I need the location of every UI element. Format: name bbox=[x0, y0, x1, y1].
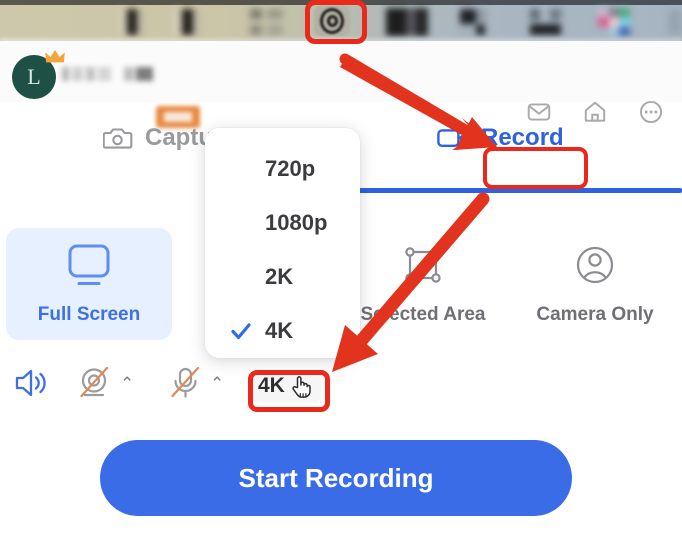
tab-capture[interactable]: Captu bbox=[103, 124, 213, 152]
recorder-ring-outer bbox=[320, 8, 344, 34]
dropdown-option-720p-label: 720p bbox=[265, 156, 316, 181]
dropdown-option-1080p[interactable]: 1080p bbox=[205, 196, 360, 250]
screen-recorder-app-icon[interactable] bbox=[314, 6, 350, 36]
tab-capture-label: Captu bbox=[145, 124, 213, 151]
resolution-dropdown-menu: 720p 1080p 2K 4K bbox=[205, 128, 360, 358]
mode-camera-only[interactable]: Camera Only bbox=[512, 228, 678, 340]
taskbar-icon-blurred-3[interactable] bbox=[250, 9, 288, 35]
taskbar-icon-blurred-2[interactable] bbox=[172, 9, 200, 35]
start-recording-button[interactable]: Start Recording bbox=[100, 440, 572, 516]
taskbar-top-edge bbox=[0, 0, 682, 5]
microphone-toggle[interactable]: ⌃ bbox=[168, 366, 224, 400]
microphone-off-icon bbox=[171, 366, 200, 398]
avatar-initial: L bbox=[27, 64, 41, 89]
selection-icon bbox=[405, 247, 441, 283]
speaker-toggle[interactable] bbox=[14, 366, 50, 400]
camera-icon bbox=[103, 128, 133, 149]
taskbar-icon-blurred-5[interactable] bbox=[460, 9, 490, 35]
app-window: L Captu Record Full Screen Selected Area… bbox=[0, 0, 682, 558]
webcam-toggle[interactable]: ⌃ bbox=[76, 366, 134, 400]
start-recording-label: Start Recording bbox=[238, 462, 434, 493]
webcam-chevron-icon[interactable]: ⌃ bbox=[120, 375, 134, 392]
taskbar-icon-blurred-1[interactable] bbox=[118, 9, 144, 35]
mode-full-screen[interactable]: Full Screen bbox=[6, 228, 172, 340]
check-icon bbox=[231, 323, 251, 340]
taskbar-icon-blurred-6[interactable] bbox=[530, 9, 562, 35]
webcam-off-icon bbox=[80, 366, 109, 398]
os-taskbar bbox=[0, 0, 682, 45]
crown-icon bbox=[45, 49, 65, 63]
tab-record-label: Record bbox=[481, 124, 564, 151]
taskbar-icon-blurred-8[interactable] bbox=[668, 10, 682, 34]
mode-camera-only-label: Camera Only bbox=[536, 304, 654, 325]
person-circle-icon bbox=[576, 246, 614, 284]
dropdown-option-4k-label: 4K bbox=[265, 318, 294, 343]
mode-selected-area-label: Selected Area bbox=[360, 304, 486, 325]
dropdown-option-2k[interactable]: 2K bbox=[205, 250, 360, 304]
dropdown-option-2k-label: 2K bbox=[265, 264, 294, 289]
account-name-blurred bbox=[62, 65, 190, 83]
mode-selected-area[interactable]: Selected Area bbox=[340, 228, 506, 340]
taskbar-icon-blurred-7[interactable] bbox=[598, 8, 630, 36]
dropdown-option-720p[interactable]: 720p bbox=[205, 142, 360, 196]
monitor-icon bbox=[68, 244, 110, 285]
recorder-ring-inner bbox=[326, 15, 338, 27]
mode-full-screen-label: Full Screen bbox=[37, 304, 141, 325]
resolution-button-label: 4K bbox=[258, 374, 285, 397]
microphone-chevron-icon[interactable]: ⌃ bbox=[210, 375, 224, 392]
active-tab-underline bbox=[355, 188, 682, 193]
dropdown-option-1080p-label: 1080p bbox=[265, 210, 328, 235]
speaker-icon bbox=[15, 369, 46, 397]
app-header: L bbox=[0, 41, 682, 128]
tab-record[interactable]: Record bbox=[437, 124, 564, 152]
taskbar-icon-blurred-4[interactable] bbox=[386, 8, 428, 36]
resolution-button[interactable]: 4K bbox=[252, 370, 321, 402]
video-camera-icon bbox=[437, 129, 469, 147]
pointer-hand-cursor bbox=[292, 376, 311, 398]
dropdown-option-4k[interactable]: 4K bbox=[205, 304, 360, 358]
control-row: ⌃ ⌃ 4K bbox=[0, 366, 682, 416]
